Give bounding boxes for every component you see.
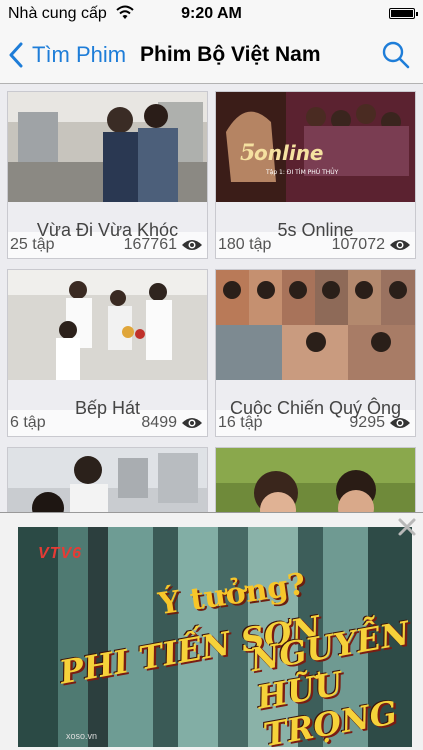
thumbnail-logo-text: online bbox=[254, 141, 324, 165]
movie-card[interactable]: 25 tập 167761 Vừa Đi Vừa Khóc bbox=[7, 91, 208, 259]
movie-title: Vừa Đi Vừa Khóc bbox=[36, 219, 179, 240]
movie-card[interactable]: 16 tập 9295 Cuộc Chiến Quý Ông bbox=[215, 269, 416, 437]
movie-thumbnail bbox=[8, 92, 207, 202]
thumbnail-caption: Tập 1: ĐI TÌM PHÙ THỦY bbox=[265, 168, 339, 176]
chevron-left-icon bbox=[9, 42, 23, 68]
page-title: Phim Bộ Việt Nam bbox=[140, 43, 321, 66]
movie-card[interactable] bbox=[7, 447, 208, 512]
ad-watermark: xoso.vn bbox=[66, 731, 98, 741]
movie-title: Bếp Hát bbox=[74, 397, 141, 418]
navigation-bar: Tìm Phim Phim Bộ Việt Nam bbox=[0, 28, 423, 84]
search-icon[interactable] bbox=[381, 40, 411, 70]
movie-title: Cuộc Chiến Quý Ông bbox=[229, 397, 402, 418]
movie-thumbnail: 5 online Tập 1: ĐI TÌM PHÙ THỦY bbox=[216, 92, 415, 202]
ad-video[interactable]: VTV6 Ý tưởng? PHI TIẾN SƠN NGUYỄN HỮU TR… bbox=[18, 527, 412, 747]
movie-card[interactable]: 5 online Tập 1: ĐI TÌM PHÙ THỦY 180 tập … bbox=[215, 91, 416, 259]
back-button-label: Tìm Phim bbox=[32, 42, 127, 67]
movie-title: 5s Online bbox=[277, 219, 354, 240]
ad-banner[interactable]: VTV6 Ý tưởng? PHI TIẾN SƠN NGUYỄN HỮU TR… bbox=[0, 512, 423, 750]
movie-thumbnail bbox=[216, 270, 415, 380]
battery-icon bbox=[389, 8, 418, 19]
status-bar: Nhà cung cấp 9:20 AM bbox=[0, 0, 423, 28]
clock: 9:20 AM bbox=[181, 5, 242, 22]
movie-grid: 25 tập 167761 Vừa Đi Vừa Khóc 5 online T… bbox=[0, 84, 423, 512]
movie-thumbnail bbox=[216, 448, 415, 512]
close-icon[interactable] bbox=[397, 517, 417, 537]
movie-thumbnail bbox=[8, 448, 207, 512]
movie-card[interactable]: 6 tập 8499 Bếp Hát bbox=[7, 269, 208, 437]
movie-card[interactable] bbox=[215, 447, 416, 512]
back-button[interactable]: Tìm Phim bbox=[8, 38, 126, 72]
ad-channel-logo: VTV6 bbox=[38, 545, 83, 562]
movie-thumbnail bbox=[8, 270, 207, 380]
